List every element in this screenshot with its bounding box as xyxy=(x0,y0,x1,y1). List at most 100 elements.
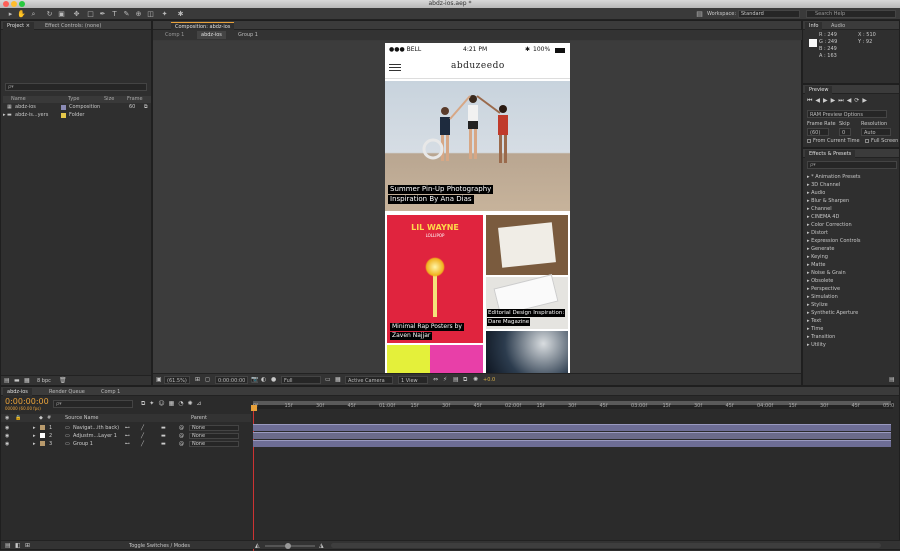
flowchart-icon[interactable]: ⧉ xyxy=(463,376,467,384)
shy-icon[interactable]: ☺ xyxy=(158,400,168,407)
ram-preview-options-select[interactable]: RAM Preview Options xyxy=(807,110,887,118)
full-screen-checkbox[interactable] xyxy=(865,139,869,143)
selection-tool-icon[interactable]: ▸ xyxy=(6,10,15,18)
effect-category-item[interactable]: ▸ Matte xyxy=(807,261,825,269)
effect-category-item[interactable]: ▸ CINEMA 4D xyxy=(807,213,839,221)
resolution-select[interactable]: Full xyxy=(281,376,321,384)
pen-tool-icon[interactable]: ✒ xyxy=(98,10,107,18)
quality-switch-icon[interactable]: ╱ xyxy=(141,440,144,448)
zoom-out-icon[interactable]: ◭ xyxy=(255,542,260,549)
effect-category-item[interactable]: ▸ * Animation Presets xyxy=(807,173,860,181)
clone-tool-icon[interactable]: ⊕ xyxy=(134,10,143,18)
rotate-tool-icon[interactable]: ↻ xyxy=(45,10,54,18)
disclosure-triangle-icon[interactable]: ▸ xyxy=(33,440,36,448)
tile-book-photo[interactable] xyxy=(486,215,568,275)
col-source-name[interactable]: Source Name xyxy=(65,414,99,422)
exposure-icon[interactable]: ✺ xyxy=(473,376,478,383)
effect-category-item[interactable]: ▸ Audio xyxy=(807,189,825,197)
tab-project[interactable]: Project × xyxy=(3,22,34,30)
layer-name[interactable]: Adjustm...Layer 1 xyxy=(73,432,117,440)
region-of-interest-icon[interactable]: ▭ xyxy=(325,376,331,383)
new-composition-icon[interactable]: ▦ xyxy=(24,377,30,384)
hero-image[interactable]: Summer Pin-Up Photography Inspiration By… xyxy=(385,81,570,211)
pickwhip-icon[interactable]: @ xyxy=(179,440,184,448)
effect-category-item[interactable]: ▸ 3D Channel xyxy=(807,181,840,189)
breadcrumb-abdz-ios[interactable]: abdz-ios xyxy=(197,31,226,39)
col-type[interactable]: Type xyxy=(68,96,79,103)
effect-category-item[interactable]: ▸ Generate xyxy=(807,245,834,253)
layer-name[interactable]: Group 1 xyxy=(73,440,93,448)
effect-category-item[interactable]: ▸ Channel xyxy=(807,205,832,213)
layer-bar[interactable] xyxy=(253,440,891,447)
tab-render-queue[interactable]: Render Queue xyxy=(45,388,89,396)
col-frame[interactable]: Frame xyxy=(127,96,143,103)
brush-tool-icon[interactable]: ✎ xyxy=(122,10,131,18)
roto-brush-tool-icon[interactable]: ✦ xyxy=(160,10,169,18)
channel-icon[interactable]: ● xyxy=(271,376,276,383)
label-color-swatch[interactable] xyxy=(61,113,66,118)
flowchart-icon[interactable]: ⧉ xyxy=(144,104,148,111)
view-layout-select[interactable]: 1 View xyxy=(398,376,428,384)
pickwhip-icon[interactable]: @ xyxy=(179,424,184,432)
lock-icon[interactable]: 🔒 xyxy=(15,414,21,422)
effect-category-item[interactable]: ▸ Synthetic Aperture xyxy=(807,309,858,317)
maximize-window-icon[interactable] xyxy=(19,1,25,7)
frame-rate-select[interactable]: (60) xyxy=(807,128,829,136)
layer-name[interactable]: Navigat...ith back) xyxy=(73,424,119,432)
shy-switch-icon[interactable]: ⊷ xyxy=(125,432,130,440)
snapshot-icon[interactable]: 📷 xyxy=(251,376,258,383)
effect-category-item[interactable]: ▸ Utility xyxy=(807,341,826,349)
parent-select[interactable]: None xyxy=(189,433,239,439)
graph-editor-icon[interactable]: ⊿ xyxy=(197,400,206,407)
breadcrumb-group1[interactable]: Group 1 xyxy=(238,32,258,38)
hamburger-menu-icon[interactable] xyxy=(389,64,401,71)
eye-icon[interactable]: ◉ xyxy=(5,424,9,432)
skip-field[interactable]: 0 xyxy=(839,128,851,136)
layer-label-swatch[interactable] xyxy=(40,433,45,438)
brainstorm-icon[interactable]: ✺ xyxy=(188,400,197,407)
tab-comp-1[interactable]: Comp 1 xyxy=(97,388,124,396)
tab-audio[interactable]: Audio xyxy=(827,22,849,30)
last-frame-icon[interactable]: ⏭ xyxy=(838,97,846,104)
puppet-tool-icon[interactable]: ✱ xyxy=(176,10,185,18)
disclosure-triangle-icon[interactable]: ▸ xyxy=(3,112,6,119)
tab-preview[interactable]: Preview xyxy=(805,86,833,94)
timeline-icon[interactable]: ▤ xyxy=(453,376,459,383)
camera-tool-icon[interactable]: ▣ xyxy=(57,10,66,18)
fast-previews-icon[interactable]: ⚡ xyxy=(443,376,447,383)
layer-row[interactable]: ◉ ▸ 3 ▭ Group 1 ⊷ ╱ ▬ @ None xyxy=(1,440,251,448)
effect-category-item[interactable]: ▸ Keying xyxy=(807,253,828,261)
tab-effects-presets[interactable]: Effects & Presets xyxy=(805,150,856,158)
timeline-timecode[interactable]: 0:00:00:00 xyxy=(5,397,49,406)
from-current-checkbox[interactable] xyxy=(807,139,811,143)
label-column-icon[interactable]: ◆ xyxy=(39,414,43,422)
tab-abdz-ios[interactable]: abdz-ios xyxy=(3,388,32,396)
tile-editorial-design[interactable]: Editorial Design Inspiration: Dare Magaz… xyxy=(486,274,568,329)
shy-switch-icon[interactable]: ⊷ xyxy=(125,440,130,448)
fx-switch-icon[interactable]: ▬ xyxy=(161,440,166,448)
pickwhip-icon[interactable]: @ xyxy=(179,432,184,440)
quality-switch-icon[interactable]: ╱ xyxy=(141,432,144,440)
layer-label-swatch[interactable] xyxy=(40,441,45,446)
effect-category-item[interactable]: ▸ Blur & Sharpen xyxy=(807,197,849,205)
toggle-pixel-aspect-icon[interactable]: ⇔ xyxy=(433,376,438,383)
fx-switch-icon[interactable]: ▬ xyxy=(161,424,166,432)
layer-switches-icon[interactable]: ▤ xyxy=(5,542,11,549)
prev-frame-icon[interactable]: ◀ xyxy=(815,97,823,104)
col-parent[interactable]: Parent xyxy=(191,414,207,422)
eye-icon[interactable]: ◉ xyxy=(5,432,9,440)
effect-category-item[interactable]: ▸ Perspective xyxy=(807,285,840,293)
layer-bar[interactable] xyxy=(253,424,891,431)
timeline-scrollbar[interactable] xyxy=(331,543,881,548)
play-icon[interactable]: ▶ xyxy=(823,97,831,104)
zoom-in-icon[interactable]: ◮ xyxy=(319,542,324,549)
col-size[interactable]: Size xyxy=(104,96,114,103)
hash-column[interactable]: # xyxy=(47,414,51,422)
effect-category-item[interactable]: ▸ Expression Controls xyxy=(807,237,861,245)
transfer-controls-icon[interactable]: ◧ xyxy=(15,542,21,549)
effect-category-item[interactable]: ▸ Simulation xyxy=(807,293,838,301)
disclosure-triangle-icon[interactable]: ▸ xyxy=(33,432,36,440)
tile-yellow-pink[interactable] xyxy=(387,345,483,373)
interpret-footage-icon[interactable]: ▤ xyxy=(4,377,10,384)
magnification-select[interactable]: (61.5%) xyxy=(164,376,190,384)
